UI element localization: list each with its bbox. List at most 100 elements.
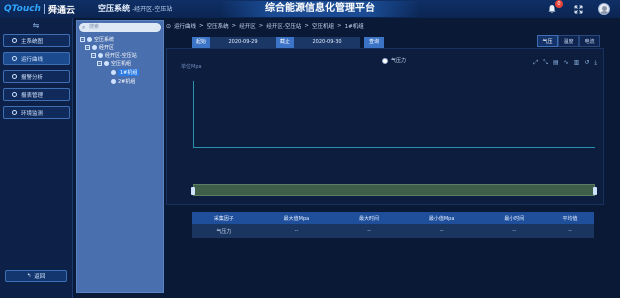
cloud-icon <box>92 45 97 50</box>
table-cell: 气压力 <box>192 224 256 238</box>
legend-label: 气压力 <box>391 58 407 64</box>
sidebar-item-environment[interactable]: 环境监测 <box>3 106 70 119</box>
header-actions: 0 <box>546 0 610 16</box>
chart-legend[interactable]: 气压力 <box>382 57 406 64</box>
column-header: 采集因子 <box>192 212 256 224</box>
column-header: 最大时间 <box>337 212 401 224</box>
machine-icon <box>111 79 116 84</box>
sidebar-item-report-management[interactable]: 报表管理 <box>3 88 70 101</box>
metric-tabs: 气压 温度 电流 <box>537 35 600 47</box>
breadcrumb-item[interactable]: 空压机组 <box>312 22 334 30</box>
column-header: 最大值Mpa <box>255 212 338 224</box>
table-cell: -- <box>400 224 483 238</box>
tree-node[interactable]: − 空压机组 <box>97 60 131 67</box>
location-icon: ⊙ <box>166 22 172 30</box>
start-date-label: 起始 <box>192 36 211 48</box>
bell-icon[interactable]: 0 <box>546 0 563 15</box>
breadcrumb-separator: > <box>337 23 342 29</box>
table-cell: -- <box>337 224 401 238</box>
tab-pressure[interactable]: 气压 <box>537 35 558 47</box>
end-date-input[interactable]: 2020-09-30 <box>294 36 361 48</box>
device-tree-panel: ⌕ 搜索 − 空压系统 − 经开区 − 经开区-空压站 − 空压机组 1#机组 … <box>76 20 164 293</box>
expand-toggle-icon[interactable]: − <box>97 61 102 66</box>
end-date-label: 截止 <box>276 36 295 48</box>
y-axis-unit: 单位Mpa <box>181 64 202 70</box>
sidebar-item-alarm-analysis[interactable]: 报警分析 <box>3 70 70 83</box>
legend-marker <box>382 57 388 64</box>
slider-handle-end[interactable] <box>593 187 597 195</box>
expand-toggle-icon[interactable]: − <box>85 45 90 50</box>
data-view-icon[interactable]: ▤ <box>553 59 559 67</box>
sidebar: ⇋ 主系统图 运行曲线 报警分析 报表管理 环境监测 ↰ 返回 <box>0 18 73 298</box>
expand-toggle-icon[interactable]: − <box>91 53 96 58</box>
breadcrumb-item: 1#机组 <box>344 24 364 30</box>
table-cell: -- <box>482 224 547 238</box>
zoom-icon[interactable]: ⤢ <box>533 59 538 67</box>
tab-current[interactable]: 电流 <box>579 35 600 47</box>
breadcrumb-item[interactable]: 经开区 <box>239 22 256 30</box>
restore-icon[interactable]: ↺ <box>584 59 589 67</box>
back-button-label: 返回 <box>34 274 46 280</box>
collapse-menu-icon[interactable]: ⇋ <box>30 22 42 30</box>
breadcrumb-separator: > <box>304 23 310 29</box>
logo: QTouch 舜通云 <box>4 2 75 16</box>
sidebar-item-main-diagram[interactable]: 主系统图 <box>3 34 70 47</box>
avatar[interactable] <box>598 3 610 15</box>
platform-title: 综合能源信息化管理平台 <box>220 1 420 17</box>
breadcrumb-separator: > <box>199 23 204 29</box>
tree-search-placeholder: 搜索 <box>89 24 100 30</box>
breadcrumb-item[interactable]: 运行曲线 <box>174 22 196 30</box>
system-name: 空压系统 <box>98 4 130 13</box>
sidebar-item-label: 报警分析 <box>21 74 44 81</box>
start-date-input[interactable]: 2020-09-29 <box>210 36 277 48</box>
statistics-table: 采集因子 最大值Mpa 最大时间 最小值Mpa 最小时间 平均值 气压力 -- … <box>192 212 594 238</box>
sidebar-item-label: 报表管理 <box>21 92 44 99</box>
system-location: -经开区-空压站 <box>132 6 173 13</box>
tree-node[interactable]: − 空压系统 <box>80 36 114 43</box>
table-row: 气压力 -- -- -- -- -- <box>192 224 594 238</box>
system-title: 空压系统 -经开区-空压站 <box>98 3 172 14</box>
breadcrumb-separator: > <box>231 23 237 29</box>
breadcrumb-item[interactable]: 经开区-空压站 <box>266 22 301 30</box>
breadcrumb: ⊙ 运行曲线 > 空压系统 > 经开区 > 经开区-空压站 > 空压机组 > 1… <box>166 20 616 32</box>
column-header: 最小值Mpa <box>400 212 483 224</box>
circle-icon <box>12 38 17 43</box>
column-header: 平均值 <box>546 212 594 224</box>
circle-icon <box>12 92 17 97</box>
line-chart-icon[interactable]: ∿ <box>564 59 569 67</box>
date-filter: 起始 2020-09-29 截止 2020-09-30 查询 <box>192 36 385 48</box>
download-icon[interactable]: ⤓ <box>594 59 597 67</box>
tab-temperature[interactable]: 温度 <box>558 35 579 47</box>
cloud-icon <box>87 37 92 42</box>
tree-node[interactable]: − 经开区-空压站 <box>91 52 137 59</box>
zoom-slider[interactable] <box>191 184 597 196</box>
expand-toggle-icon[interactable]: − <box>80 37 85 42</box>
zoom-reset-icon[interactable]: ⤡ <box>543 59 548 67</box>
back-arrow-icon: ↰ <box>26 273 32 279</box>
logo-name: 舜通云 <box>47 5 75 16</box>
tree-node[interactable]: − 经开区 <box>85 44 114 51</box>
slider-handle-start[interactable] <box>191 187 195 195</box>
breadcrumb-item[interactable]: 空压系统 <box>207 22 229 30</box>
logo-divider <box>43 4 45 14</box>
logo-brand: QTouch <box>4 4 41 14</box>
chart-panel: 气压力 单位Mpa ⤢ ⤡ ▤ ∿ ▥ ↺ ⤓ <box>166 48 604 205</box>
table-cell: -- <box>546 224 594 238</box>
back-button[interactable]: ↰ 返回 <box>5 270 67 282</box>
top-bar: QTouch 舜通云 空压系统 -经开区-空压站 综合能源信息化管理平台 0 <box>0 0 620 18</box>
fullscreen-icon[interactable] <box>572 3 584 15</box>
sidebar-item-run-curve[interactable]: 运行曲线 <box>3 52 70 65</box>
y-axis-line <box>193 81 194 147</box>
table-cell: -- <box>255 224 338 238</box>
tree-node-selected[interactable]: 1#机组 <box>111 69 140 76</box>
tree-search-input[interactable]: ⌕ 搜索 <box>79 23 161 32</box>
bar-chart-icon[interactable]: ▥ <box>574 59 580 67</box>
tree-node[interactable]: 2#机组 <box>111 78 135 85</box>
circle-icon <box>12 56 17 61</box>
breadcrumb-separator: > <box>258 23 264 29</box>
query-button[interactable]: 查询 <box>364 36 385 48</box>
sidebar-item-label: 运行曲线 <box>21 56 44 63</box>
x-axis-line <box>193 147 595 148</box>
machine-icon <box>111 70 116 75</box>
table-header-row: 采集因子 最大值Mpa 最大时间 最小值Mpa 最小时间 平均值 <box>192 212 594 224</box>
